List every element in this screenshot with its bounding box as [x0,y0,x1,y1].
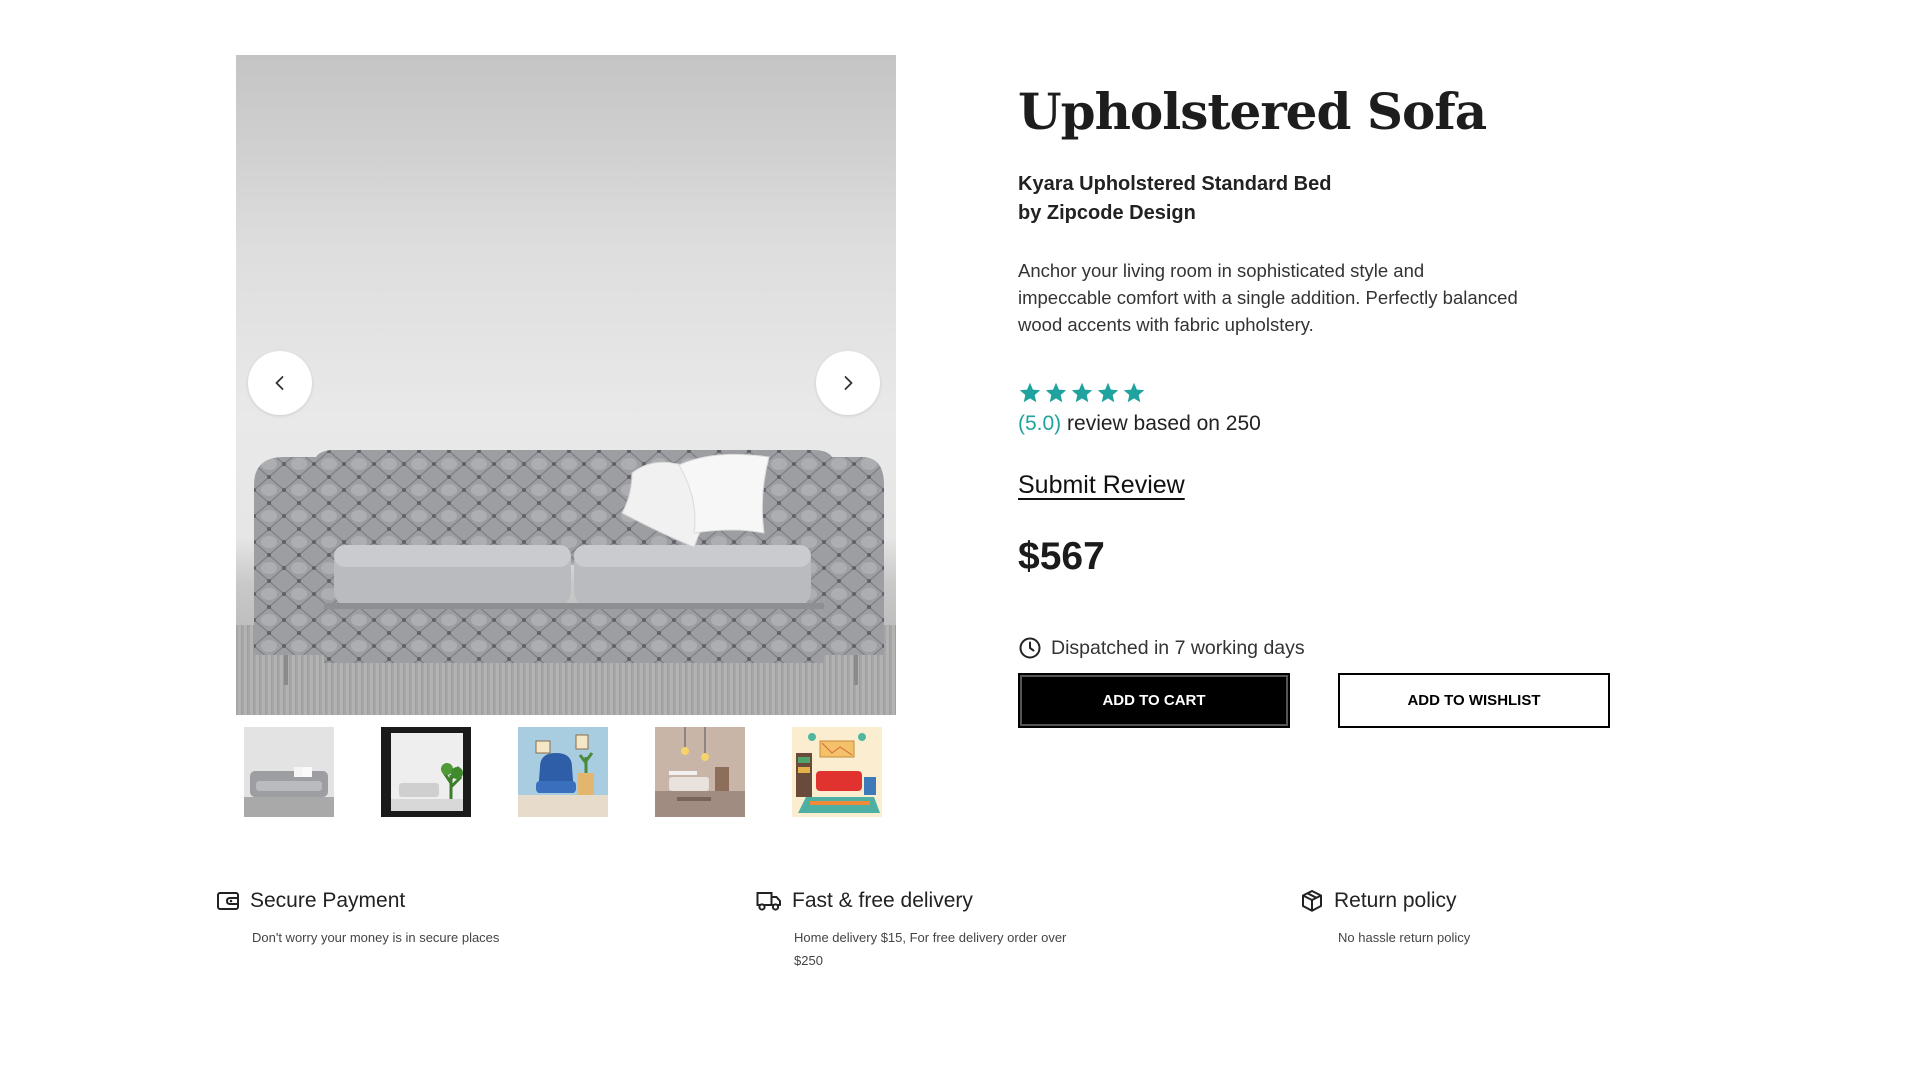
feature-secure-payment: Secure Payment Don't worry your money is… [216,889,552,949]
thumbnail-5[interactable] [792,727,882,817]
feature-text: No hassle return policy [1338,930,1471,945]
gallery-next-button[interactable] [816,351,880,415]
thumbnail-1[interactable] [244,727,334,817]
product-price: $567 [1018,535,1105,578]
product-subtitle: Kyara Upholstered Standard Bed by Zipcod… [1018,170,1331,228]
gallery-prev-button[interactable] [248,351,312,415]
rating-review-text: review based on 250 [1061,412,1261,435]
chevron-right-icon [844,376,853,390]
product-page: Upholstered Sofa Kyara Upholstered Stand… [0,0,1920,1080]
truck-icon [756,892,781,911]
thumbnail-2[interactable] [381,727,471,817]
sofa-illustration [254,450,884,685]
thumbnail-3[interactable] [518,727,608,817]
feature-title: Return policy [1334,889,1457,912]
rating-stars [1018,381,1146,405]
box-icon [1302,890,1322,912]
rating-summary: (5.0) review based on 250 [1018,412,1261,436]
star-icon [1071,382,1093,403]
feature-text: Don't worry your money is in secure plac… [252,930,500,945]
thumbnail-4[interactable] [655,727,745,817]
star-icon [1045,382,1067,403]
add-to-wishlist-button[interactable]: ADD TO WISHLIST [1338,673,1610,728]
submit-review-link[interactable]: Submit Review [1018,471,1185,500]
product-subtitle-line2: by Zipcode Design [1018,202,1196,224]
feature-return-policy: Return policy No hassle return policy [1300,889,1598,949]
rating-score: (5.0) [1018,412,1062,435]
star-icon [1123,382,1145,403]
dispatch-text: Dispatched in 7 working days [1051,636,1305,659]
product-description: Anchor your living room in sophisticated… [1018,260,1518,335]
main-product-image [236,55,896,715]
feature-title: Fast & free delivery [792,889,973,912]
feature-title: Secure Payment [250,889,406,912]
feature-fast-delivery: Fast & free delivery Home delivery $15, … [756,889,1074,972]
star-icon [1097,382,1119,403]
product-subtitle-line1: Kyara Upholstered Standard Bed [1018,173,1332,195]
chevron-left-icon [275,376,284,390]
product-title: Upholstered Sofa [1018,82,1487,141]
feature-text: Home delivery $15, For free delivery ord… [794,930,1067,968]
dispatch-info: Dispatched in 7 working days [1018,636,1305,660]
clock-icon [1019,637,1041,659]
wallet-icon [217,892,239,910]
thumbnail-strip [244,727,894,817]
add-to-cart-button[interactable]: ADD TO CART [1018,673,1290,728]
star-icon [1019,382,1041,403]
